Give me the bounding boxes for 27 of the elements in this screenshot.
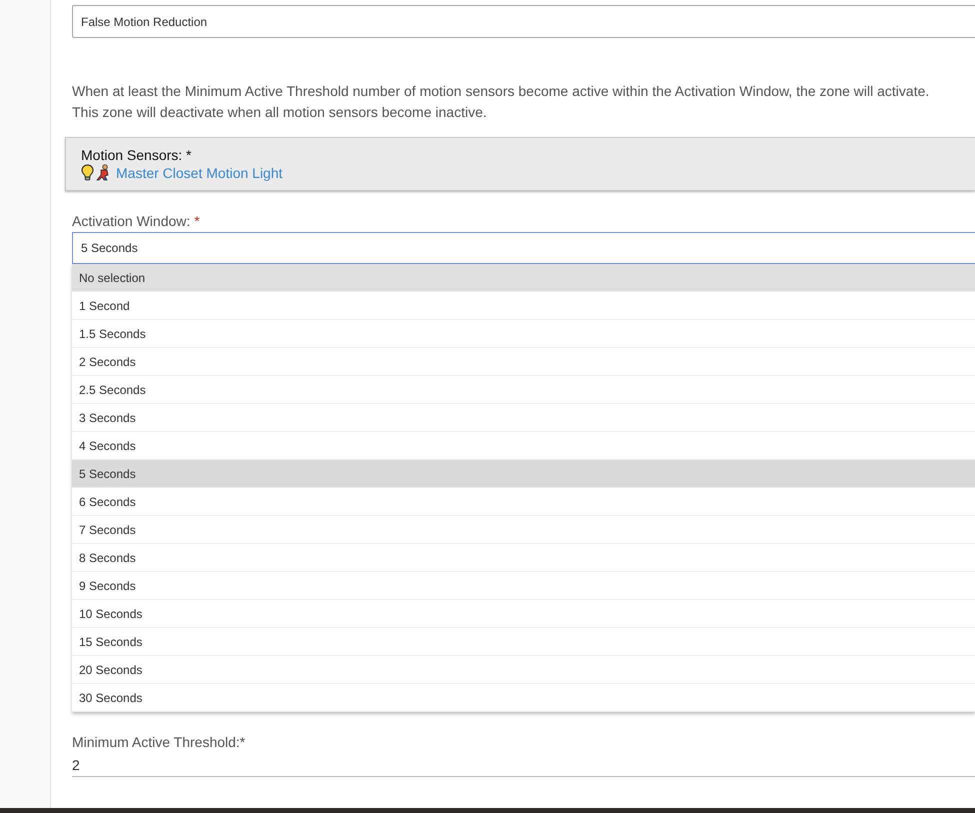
dropdown-option[interactable]: 10 Seconds [72,600,975,628]
activation-window-select[interactable]: 5 Seconds [72,232,975,264]
activation-window-label: Activation Window: [72,213,190,229]
dropdown-option[interactable]: 20 Seconds [72,656,975,684]
description-text: This zone will deactivate when all motion sensors become inactive. [72,103,488,122]
motion-sensors-label: Motion Sensors: * [81,147,192,163]
zone-type-field[interactable]: False Motion Reduction [72,5,975,38]
dropdown-option[interactable]: 30 Seconds [72,684,975,712]
dropdown-option[interactable]: 1 Second [72,292,975,320]
dropdown-option[interactable]: 8 Seconds [72,544,975,572]
dropdown-option[interactable]: 2 Seconds [72,348,975,376]
lightbulb-icon [81,164,94,181]
dropdown-option[interactable]: 2.5 Seconds [72,376,975,404]
dropdown-option[interactable]: 1.5 Seconds [72,320,975,348]
running-person-icon [96,164,111,181]
dropdown-option[interactable]: 5 Seconds [72,460,975,488]
description-text: When at least the Minimum Active Threshold number of motion sensors become active within the Activation Window, the zone will activate. [72,82,930,101]
dropdown-option[interactable]: No selection [72,264,975,292]
required-mark: * [194,213,200,229]
dropdown-option[interactable]: 4 Seconds [72,432,975,460]
threshold-label: Minimum Active Threshold:* [72,734,246,750]
dropdown-option[interactable]: 7 Seconds [72,516,975,544]
dropdown-option[interactable]: 9 Seconds [72,572,975,600]
dropdown-option[interactable]: 3 Seconds [72,404,975,432]
dropdown-option[interactable]: 15 Seconds [72,628,975,656]
dropdown-option[interactable]: 6 Seconds [72,488,975,516]
threshold-field[interactable]: 2 [72,754,975,777]
